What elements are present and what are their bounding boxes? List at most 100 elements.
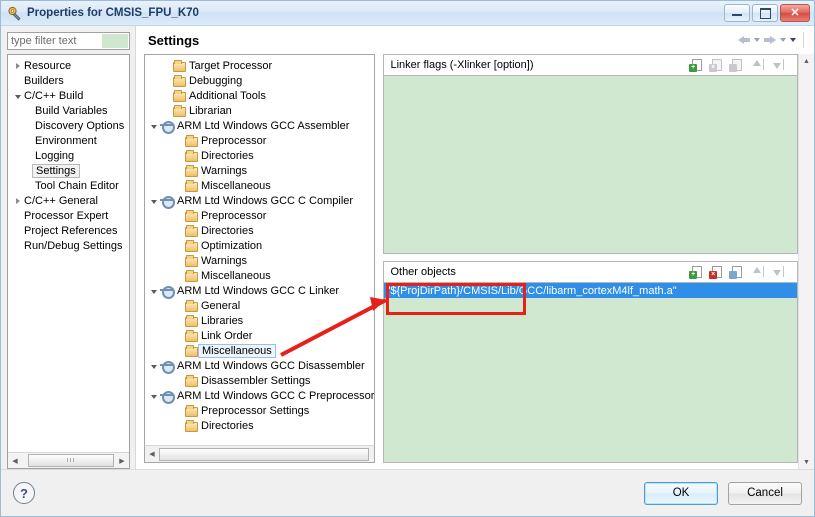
minimize-icon[interactable] bbox=[724, 4, 750, 22]
filter-placeholder: type filter text bbox=[11, 35, 77, 47]
tool-tree-item[interactable]: ARM Ltd Windows GCC C Compiler bbox=[145, 193, 374, 209]
tool-scroll-left-icon[interactable]: ◀ bbox=[145, 448, 159, 461]
tool-tree-item[interactable]: Miscellaneous bbox=[145, 268, 374, 283]
scroll-up-icon[interactable]: ▲ bbox=[800, 54, 813, 68]
sidebar-item-discovery-options[interactable]: Discovery Options bbox=[8, 118, 129, 133]
sidebar-item-processor-expert[interactable]: Processor Expert bbox=[8, 208, 129, 223]
tool-scroll-thumb[interactable] bbox=[159, 447, 369, 461]
tool-tree-item[interactable]: Optimization bbox=[145, 238, 374, 253]
sidebar-item-settings[interactable]: Settings bbox=[8, 163, 129, 178]
linker-flags-label: Linker flags (-Xlinker [option]) bbox=[390, 59, 534, 71]
toolchain-gear-icon bbox=[160, 194, 175, 209]
sidebar-item-c-c-build[interactable]: C/C++ Build bbox=[8, 88, 129, 103]
dialog-buttons: OK Cancel bbox=[644, 481, 802, 505]
edit-icon[interactable] bbox=[729, 265, 745, 279]
chevron-down-icon[interactable] bbox=[148, 198, 160, 204]
sidebar-item-project-references[interactable]: Project References bbox=[8, 223, 129, 238]
tool-tree-item[interactable]: Directories bbox=[145, 418, 374, 433]
cancel-button[interactable]: Cancel bbox=[728, 481, 802, 505]
scroll-right-icon[interactable]: ▶ bbox=[115, 454, 129, 467]
tool-tree-item[interactable]: Warnings bbox=[145, 163, 374, 178]
chevron-down-icon[interactable] bbox=[148, 393, 160, 399]
tool-tree-item[interactable]: ARM Ltd Windows GCC C Linker bbox=[145, 283, 374, 299]
tool-tree-item[interactable]: Link Order bbox=[145, 328, 374, 343]
view-menu-icon[interactable] bbox=[790, 38, 796, 42]
other-objects-list[interactable]: "${ProjDirPath}/CMSIS/Lib/GCC/libarm_cor… bbox=[383, 282, 798, 463]
tool-tree-item[interactable]: Debugging bbox=[145, 73, 374, 88]
tool-tree-item[interactable]: Miscellaneous bbox=[145, 178, 374, 193]
tool-tree-item[interactable]: Miscellaneous bbox=[145, 343, 374, 358]
tool-tree-item[interactable]: Preprocessor bbox=[145, 208, 374, 223]
left-scroll-thumb[interactable]: ııı bbox=[28, 454, 114, 467]
sidebar-item-label: Tool Chain Editor bbox=[35, 179, 119, 192]
tool-tree-item[interactable]: ARM Ltd Windows GCC Disassembler bbox=[145, 358, 374, 374]
sidebar-item-label: Logging bbox=[35, 149, 75, 162]
tool-tree-item[interactable]: Warnings bbox=[145, 253, 374, 268]
chevron-down-icon[interactable] bbox=[148, 363, 160, 369]
scroll-left-icon[interactable]: ◀ bbox=[8, 454, 22, 467]
chevron-down-icon[interactable] bbox=[12, 93, 23, 99]
tool-tree-item[interactable]: General bbox=[145, 298, 374, 313]
sidebar-item-label: C/C++ Build bbox=[24, 89, 84, 102]
forward-history-chevron-down-icon[interactable] bbox=[780, 38, 786, 42]
sidebar-item-resource[interactable]: Resource bbox=[8, 58, 129, 73]
other-objects-group: Other objects + × "${ProjDirPath}/CMSIS/L… bbox=[383, 261, 798, 463]
sidebar-item-build-variables[interactable]: Build Variables bbox=[8, 103, 129, 118]
move-up-icon[interactable] bbox=[750, 58, 765, 72]
back-history-chevron-down-icon[interactable] bbox=[754, 38, 760, 42]
sidebar-item-logging[interactable]: Logging bbox=[8, 148, 129, 163]
sidebar-item-run-debug-settings[interactable]: Run/Debug Settings bbox=[8, 238, 129, 253]
add-icon[interactable]: + bbox=[689, 58, 705, 72]
tool-settings-tree[interactable]: Target Processor Debugging Additional Tool… bbox=[144, 54, 376, 445]
left-scroll-track[interactable]: ııı bbox=[22, 454, 115, 467]
sidebar-item-tool-chain-editor[interactable]: Tool Chain Editor bbox=[8, 178, 129, 193]
chevron-down-icon[interactable] bbox=[148, 288, 160, 294]
sidebar-item-c-c-general[interactable]: C/C++ General bbox=[8, 193, 129, 208]
linker-flags-list[interactable] bbox=[383, 75, 798, 254]
delete-icon[interactable]: × bbox=[709, 58, 725, 72]
delete-icon[interactable]: × bbox=[709, 265, 725, 279]
settings-folder-icon bbox=[184, 179, 198, 192]
tool-tree-item[interactable]: Additional Tools bbox=[145, 88, 374, 103]
move-down-icon[interactable] bbox=[770, 58, 785, 72]
preference-tree[interactable]: Resource Builders C/C++ Build Build Variabl… bbox=[8, 55, 129, 452]
filter-input[interactable]: type filter text bbox=[7, 32, 130, 50]
tool-tree-item[interactable]: ARM Ltd Windows GCC Assembler bbox=[145, 118, 374, 134]
edit-icon[interactable] bbox=[729, 58, 745, 72]
content-vscrollbar[interactable]: ▲ ▼ bbox=[798, 54, 814, 469]
back-arrow-icon[interactable] bbox=[738, 35, 750, 46]
tool-tree-item[interactable]: Preprocessor bbox=[145, 133, 374, 148]
ok-button[interactable]: OK bbox=[644, 481, 718, 505]
scroll-down-icon[interactable]: ▼ bbox=[800, 455, 813, 469]
add-icon[interactable]: + bbox=[689, 265, 705, 279]
tool-tree-item-label: ARM Ltd Windows GCC Assembler bbox=[177, 119, 350, 132]
tool-tree-hscrollbar[interactable]: ◀ bbox=[144, 445, 376, 463]
tool-tree-item[interactable]: ARM Ltd Windows GCC C Preprocessor bbox=[145, 388, 374, 404]
forward-arrow-icon[interactable] bbox=[764, 35, 776, 46]
tool-tree-item[interactable]: Librarian bbox=[145, 103, 374, 118]
move-down-icon[interactable] bbox=[770, 265, 785, 279]
close-icon[interactable]: ✕ bbox=[780, 4, 810, 22]
settings-folder-icon bbox=[184, 404, 198, 417]
tool-scroll-track[interactable] bbox=[159, 447, 374, 461]
sidebar-item-label: Environment bbox=[35, 134, 97, 147]
chevron-right-icon[interactable] bbox=[12, 63, 23, 69]
sidebar-item-builders[interactable]: Builders bbox=[8, 73, 129, 88]
tool-tree-item[interactable]: Directories bbox=[145, 148, 374, 163]
tool-tree-item[interactable]: Target Processor bbox=[145, 58, 374, 73]
tool-tree-item-label: Disassembler Settings bbox=[201, 374, 311, 387]
sidebar-item-environment[interactable]: Environment bbox=[8, 133, 129, 148]
tool-tree-item[interactable]: Directories bbox=[145, 223, 374, 238]
chevron-right-icon[interactable] bbox=[12, 198, 23, 204]
tool-tree-item[interactable]: Preprocessor Settings bbox=[145, 403, 374, 418]
tool-tree-item[interactable]: Disassembler Settings bbox=[145, 373, 374, 388]
maximize-icon[interactable] bbox=[752, 4, 778, 22]
settings-folder-icon bbox=[172, 89, 186, 102]
list-item[interactable]: "${ProjDirPath}/CMSIS/Lib/GCC/libarm_cor… bbox=[384, 283, 797, 298]
chevron-down-icon[interactable] bbox=[148, 123, 160, 129]
tool-tree-item-label: Miscellaneous bbox=[198, 343, 276, 358]
move-up-icon[interactable] bbox=[750, 265, 765, 279]
help-icon[interactable]: ? bbox=[13, 482, 35, 504]
left-tree-hscrollbar[interactable]: ◀ ııı ▶ bbox=[8, 452, 129, 468]
tool-tree-item[interactable]: Libraries bbox=[145, 313, 374, 328]
